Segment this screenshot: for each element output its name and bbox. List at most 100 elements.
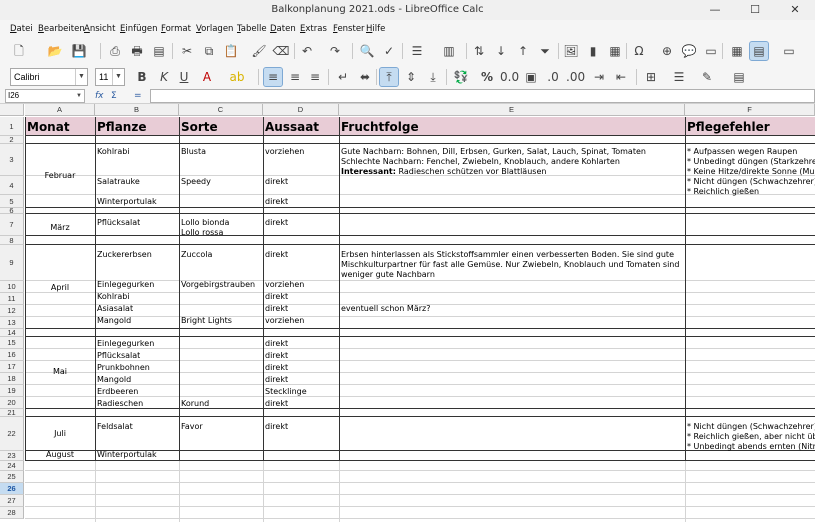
cut-icon[interactable]: ✂ [178, 42, 196, 60]
cell-b7[interactable]: Pflücksalat [97, 218, 140, 228]
function-wizard-icon[interactable]: fx [95, 89, 104, 103]
freeze-rows-columns-icon[interactable]: ▤ [749, 41, 769, 61]
cell-c3[interactable]: Blusta [181, 147, 206, 157]
cell-d18[interactable]: direkt [265, 375, 288, 385]
align-center-icon[interactable]: ≡ [286, 68, 304, 86]
cell-b18[interactable]: Mangold [97, 375, 131, 385]
cell-e3-line2[interactable]: Schlechte Nachbarn: Fenchel, Zwiebeln, K… [341, 157, 620, 167]
row-header-8[interactable]: 8 [0, 236, 24, 245]
cell-f4-line2[interactable]: * Reichlich gießen [687, 187, 759, 197]
sort-descending-icon[interactable]: ↑ [514, 42, 532, 60]
cell-f4-line1[interactable]: * Nicht düngen (Schwachzehrer) [687, 177, 815, 187]
cell-d10[interactable]: vorziehen [265, 280, 304, 290]
save-icon[interactable]: 💾 [70, 42, 88, 60]
align-left-icon[interactable]: ≡ [263, 67, 283, 87]
insert-chart-icon[interactable]: ▮ [584, 42, 602, 60]
row-header-14[interactable]: 14 [0, 328, 24, 337]
wrap-text-icon[interactable]: ↵ [334, 68, 352, 86]
cell-c9[interactable]: Zuccola [181, 250, 212, 260]
menu-hilfe[interactable]: Hilfe [366, 24, 385, 34]
date-format-icon[interactable]: ▣ [522, 68, 540, 86]
chevron-down-icon[interactable]: ▼ [74, 90, 84, 102]
row-header-17[interactable]: 17 [0, 361, 24, 373]
cell-d13[interactable]: vorziehen [265, 316, 304, 326]
header-monat[interactable]: Monat [27, 118, 70, 136]
name-box[interactable]: I26 ▼ [5, 89, 85, 103]
merge-cells-icon[interactable]: ⬌ [356, 68, 374, 86]
print-preview-icon[interactable]: ▤ [150, 42, 168, 60]
special-character-icon[interactable]: Ω [630, 42, 648, 60]
cell-d19[interactable]: Stecklinge [265, 387, 307, 397]
conditional-format-icon[interactable]: ▤ [730, 68, 748, 86]
center-vertically-icon[interactable]: ⇕ [402, 68, 420, 86]
cell-f22-line2[interactable]: * Reichlich gießen, aber nicht übergieße… [687, 432, 815, 442]
row-header-7[interactable]: 7 [0, 214, 24, 236]
copy-icon[interactable]: ⧉ [200, 42, 218, 60]
chevron-down-icon[interactable]: ▼ [112, 69, 124, 85]
cell-e3-line3[interactable]: Interessant: Radieschen schützen vor Bla… [341, 167, 546, 177]
month-maerz[interactable]: März [25, 223, 95, 233]
formula-input[interactable] [150, 89, 815, 103]
highlight-color-icon[interactable]: ab [228, 68, 246, 86]
cell-c13[interactable]: Bright Lights [181, 316, 232, 326]
column-header-d[interactable]: D [263, 104, 339, 116]
sum-icon[interactable]: Σ [111, 89, 117, 103]
month-juli[interactable]: Juli [25, 429, 95, 439]
bold-icon[interactable]: B [133, 68, 151, 86]
cell-d17[interactable]: direkt [265, 363, 288, 373]
clear-formatting-icon[interactable]: ⌫ [272, 42, 290, 60]
border-style-icon[interactable]: ☰ [670, 68, 688, 86]
delete-decimal-icon[interactable]: .00 [566, 68, 585, 86]
menu-ansicht[interactable]: Ansicht [84, 24, 115, 34]
row-header-23[interactable]: 23 [0, 451, 24, 461]
cell-c7-line1[interactable]: Lollo bionda [181, 218, 229, 228]
font-size-box[interactable]: 11 ▼ [95, 68, 125, 86]
menu-einfuegen[interactable]: Einfügen [120, 24, 158, 34]
cell-d7[interactable]: direkt [265, 218, 288, 228]
row-header-3[interactable]: 3 [0, 144, 24, 176]
font-name-box[interactable]: Calibri ▼ [10, 68, 88, 86]
percent-format-icon[interactable]: % [478, 68, 496, 86]
row-header-2[interactable]: 2 [0, 135, 24, 144]
header-aussaat[interactable]: Aussaat [265, 118, 319, 136]
cell-b23[interactable]: Winterportulak [97, 450, 157, 460]
row-header-28[interactable]: 28 [0, 507, 24, 519]
cell-b16[interactable]: Pflücksalat [97, 351, 140, 361]
cell-b9[interactable]: Zuckererbsen [97, 250, 152, 260]
cell-b12[interactable]: Asiasalat [97, 304, 133, 314]
decrease-indent-icon[interactable]: ⇤ [612, 68, 630, 86]
column-icon[interactable]: ▥ [440, 42, 458, 60]
cell-e12[interactable]: eventuell schon März? [341, 304, 430, 314]
row-header-12[interactable]: 12 [0, 305, 24, 317]
header-fruchtfolge[interactable]: Fruchtfolge [341, 118, 419, 136]
column-header-a[interactable]: A [25, 104, 95, 116]
currency-format-icon[interactable]: 💱 [452, 68, 470, 86]
font-color-icon[interactable]: A [198, 68, 216, 86]
row-header-27[interactable]: 27 [0, 495, 24, 507]
cell-d9[interactable]: direkt [265, 250, 288, 260]
pivot-table-icon[interactable]: ▦ [606, 42, 624, 60]
menu-vorlagen[interactable]: Vorlagen [196, 24, 233, 34]
select-all-corner[interactable] [0, 104, 24, 116]
print-icon[interactable]: 🖶 [128, 42, 146, 60]
menu-tabelle[interactable]: Tabelle [237, 24, 267, 34]
close-button[interactable]: ✕ [775, 0, 815, 20]
cell-c22[interactable]: Favor [181, 422, 203, 432]
insert-image-icon[interactable]: 🖼 [562, 42, 580, 60]
minimize-button[interactable]: — [695, 0, 735, 20]
column-header-e[interactable]: E [339, 104, 685, 116]
cell-c20[interactable]: Korund [181, 399, 209, 409]
cell-d20[interactable]: direkt [265, 399, 288, 409]
row-header-4[interactable]: 4 [0, 176, 24, 195]
row-header-24[interactable]: 24 [0, 461, 24, 471]
cell-c10[interactable]: Vorgebirgstrauben [181, 280, 255, 290]
cell-b20[interactable]: Radieschen [97, 399, 143, 409]
cell-f22-line3[interactable]: * Unbedingt abends ernten (Nitrat) [687, 442, 815, 452]
maximize-button[interactable]: ☐ [735, 0, 775, 20]
headers-footers-icon[interactable]: ▭ [702, 42, 720, 60]
row-header-18[interactable]: 18 [0, 373, 24, 385]
row-header-15[interactable]: 15 [0, 337, 24, 349]
spelling-icon[interactable]: ✓ [380, 42, 398, 60]
open-folder-icon[interactable]: 📂 [46, 42, 64, 60]
cell-d12[interactable]: direkt [265, 304, 288, 314]
